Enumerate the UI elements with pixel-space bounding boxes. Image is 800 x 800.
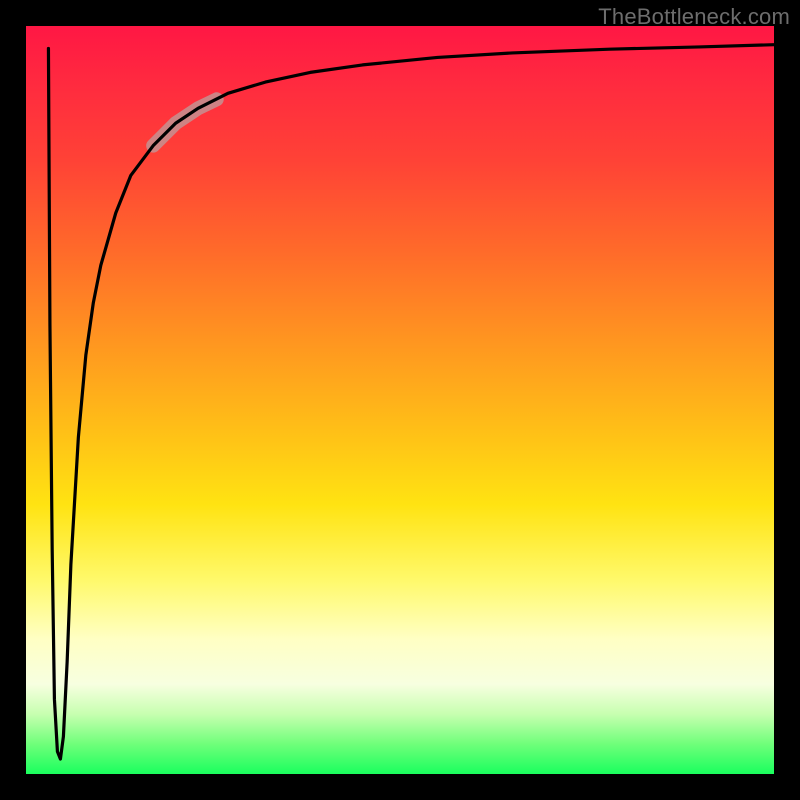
bottleneck-curve (48, 45, 774, 759)
chart-frame: TheBottleneck.com (0, 0, 800, 800)
curve-highlight (153, 99, 217, 145)
watermark-text: TheBottleneck.com (598, 4, 790, 30)
plot-area (26, 26, 774, 774)
curve-svg (26, 26, 774, 774)
